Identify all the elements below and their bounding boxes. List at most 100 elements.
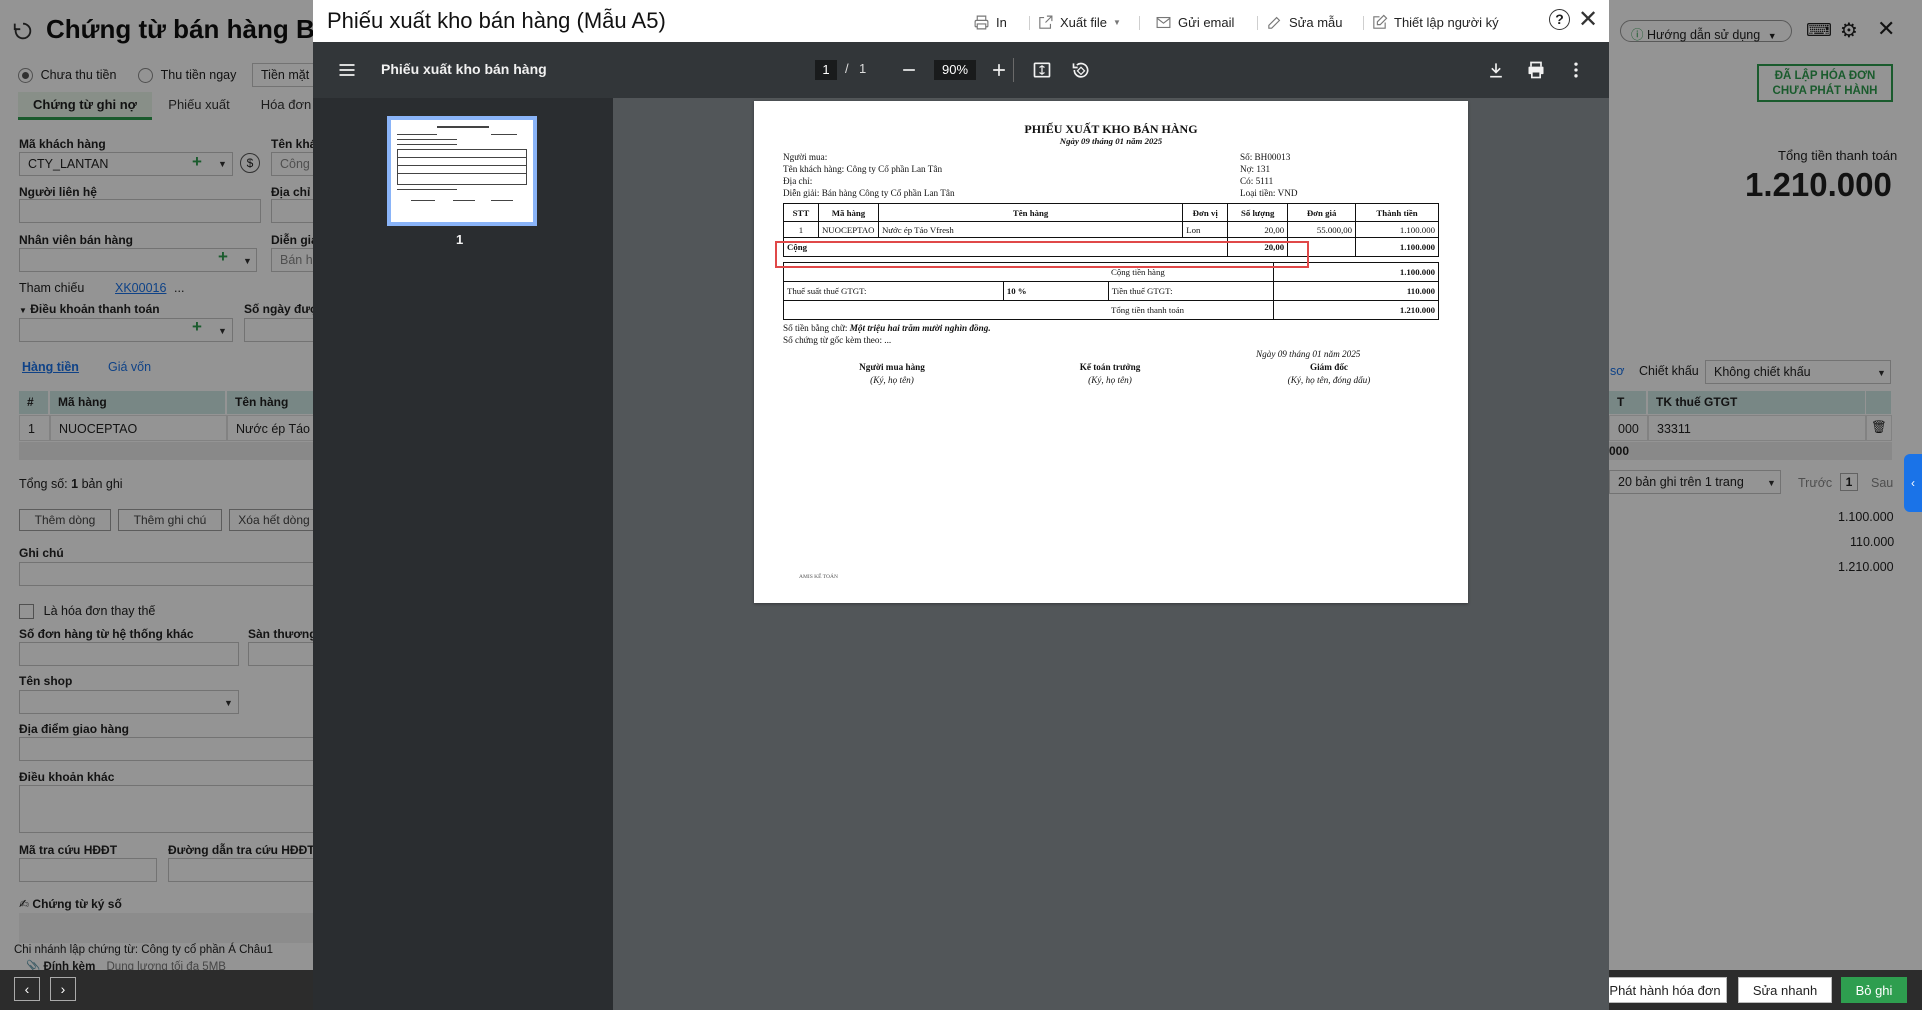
document-page: PHIẾU XUẤT KHO BÁN HÀNG Ngày 09 tháng 01… (754, 101, 1468, 603)
thumb-table-line (397, 165, 527, 166)
doc-sign-hint-director: (Ký, họ tên, đóng dấu) (1287, 375, 1371, 385)
doc-vat-row: Thuế suất thuế GTGT: 10 % Tiền thuế GTGT… (783, 281, 1440, 301)
doc-table-row: 1 NUOCEPTAO Nước ép Táo Vfresh Lon 20,00… (783, 221, 1439, 238)
doc-footer: AMIS KẾ TOÁN (799, 574, 838, 580)
doc-date: Ngày 09 tháng 01 năm 2025 (1059, 136, 1163, 146)
doc-grand-total-label: Tổng tiền thanh toán (783, 300, 1274, 320)
toolbar-divider (1029, 16, 1030, 30)
doc-th-stt: STT (783, 203, 819, 222)
doc-number: Số: BH00013 (1240, 152, 1291, 162)
fit-page-icon[interactable] (1032, 60, 1052, 80)
export-file-button[interactable]: Xuất file ▼ (1037, 14, 1121, 31)
doc-heading: PHIẾU XUẤT KHO BÁN HÀNG (1024, 122, 1198, 136)
doc-sign-hint-buyer: (Ký, họ tên) (870, 375, 914, 385)
edit-template-button[interactable]: Sửa mẫu (1266, 14, 1343, 31)
doc-td-price: 55.000,00 (1287, 221, 1357, 238)
doc-td-amount: 1.100.000 (1355, 221, 1439, 238)
page-total: 1 (859, 61, 867, 76)
doc-vat-amount: 110.000 (1272, 281, 1440, 301)
mail-icon (1156, 16, 1171, 29)
doc-credit: Có: 5111 (1240, 176, 1274, 186)
pencil-icon (1268, 16, 1281, 29)
help-icon[interactable]: ? (1549, 9, 1570, 30)
edit-template-label: Sửa mẫu (1289, 15, 1343, 30)
toolbar-divider (1363, 16, 1364, 30)
toolbar-divider (1139, 16, 1140, 30)
doc-td-qty: 20,00 (1227, 221, 1289, 238)
doc-amount-words-value: Một triệu hai trăm mười nghìn đồng. (849, 323, 991, 333)
doc-sign-hint-accountant: (Ký, họ tên) (1088, 375, 1132, 385)
issue-invoice-button[interactable]: Phát hành hóa đơn (1603, 977, 1727, 1003)
prev-record-icon[interactable]: ‹ (14, 977, 40, 1001)
side-panel-toggle-icon[interactable]: ‹ (1904, 454, 1922, 512)
next-record-icon[interactable]: › (50, 977, 76, 1001)
doc-currency: Loại tiền: VND (1240, 188, 1298, 198)
viewer-doc-title: Phiếu xuất kho bán hàng (381, 61, 547, 77)
doc-th-name: Tên hàng (877, 203, 1184, 222)
download-icon[interactable] (1486, 60, 1506, 80)
print-label: In (996, 15, 1007, 30)
zoom-in-icon[interactable] (989, 60, 1009, 80)
doc-sign-buyer: Người mua hàng (859, 362, 925, 372)
edit-document-icon (1373, 14, 1388, 29)
thumb-table-line (397, 173, 527, 174)
doc-customer: Tên khách hàng: Công ty Cổ phần Lan Tân (783, 164, 943, 174)
thumb-text-line (397, 134, 437, 135)
page-separator: / (845, 61, 849, 76)
quick-edit-button[interactable]: Sửa nhanh (1738, 977, 1832, 1003)
thumbnail-page-label: 1 (456, 232, 464, 247)
thumb-text-line (397, 144, 457, 145)
viewer-print-icon[interactable] (1526, 60, 1546, 80)
zoom-level-input[interactable]: 90% (934, 60, 976, 80)
thumbnail-sidebar: 1 (313, 98, 613, 1010)
thumb-sign-line (453, 200, 475, 201)
highlight-box (775, 241, 1309, 268)
export-label: Xuất file (1060, 15, 1107, 30)
zoom-out-icon[interactable] (899, 60, 919, 80)
doc-td-unit: Lon (1182, 221, 1229, 238)
more-options-icon[interactable] (1566, 60, 1586, 80)
doc-table-header: STT Mã hàng Tên hàng Đơn vị Số lượng Đơn… (783, 203, 1439, 222)
doc-th-amount: Thành tiền (1355, 203, 1439, 222)
modal-header: Phiếu xuất kho bán hàng (Mẫu A5) In Xuất… (313, 0, 1609, 42)
close-modal-icon[interactable]: ✕ (1578, 5, 1598, 34)
thumb-text-line (397, 189, 457, 190)
signer-setup-button[interactable]: Thiết lập người ký (1371, 14, 1499, 31)
send-email-button[interactable]: Gửi email (1155, 14, 1234, 31)
export-caret-icon: ▼ (1112, 18, 1121, 27)
page-thumbnail[interactable] (387, 116, 537, 226)
toolbar-divider (1257, 16, 1258, 30)
doc-td-stt: 1 (783, 221, 819, 238)
thumb-table (397, 149, 527, 185)
doc-vat-rate: 10 % (1002, 281, 1109, 301)
doc-amount-words-label: Số tiền bằng chữ: (783, 323, 848, 333)
thumb-sign-line (491, 200, 513, 201)
doc-grand-total: 1.210.000 (1272, 300, 1440, 320)
doc-sign-accountant: Kế toán trưởng (1079, 362, 1141, 372)
doc-description: Diễn giải: Bán hàng Công ty Cổ phần Lan … (783, 188, 955, 198)
doc-buyer: Người mua: (783, 152, 828, 162)
doc-amount-words: Số tiền bằng chữ: Một triệu hai trăm mườ… (783, 323, 991, 333)
rotate-icon[interactable] (1071, 60, 1091, 80)
print-button[interactable]: In (973, 14, 1007, 31)
pdf-viewer-toolbar: Phiếu xuất kho bán hàng 1 / 1 90% (313, 42, 1609, 98)
print-preview-modal: Phiếu xuất kho bán hàng (Mẫu A5) In Xuất… (313, 0, 1609, 1010)
thumb-text-line (491, 134, 517, 135)
thumb-sign-line (411, 200, 435, 201)
doc-attached: Số chứng từ gốc kèm theo: ... (783, 335, 892, 345)
doc-address: Địa chỉ: (783, 176, 813, 186)
unrecord-button[interactable]: Bỏ ghi (1841, 977, 1907, 1003)
pdf-document-area[interactable]: PHIẾU XUẤT KHO BÁN HÀNG Ngày 09 tháng 01… (613, 98, 1609, 1010)
doc-debit: Nợ: 131 (1240, 164, 1271, 174)
modal-title: Phiếu xuất kho bán hàng (Mẫu A5) (327, 8, 666, 33)
doc-th-price: Đơn giá (1287, 203, 1357, 222)
doc-vat-amount-label: Tiền thuế GTGT: (1107, 281, 1274, 301)
doc-td-code: NUOCEPTAO (817, 221, 879, 238)
menu-icon[interactable] (337, 60, 357, 80)
page-number-input[interactable]: 1 (815, 60, 837, 80)
thumb-heading-line (437, 126, 489, 128)
doc-th-qty: Số lượng (1227, 203, 1289, 222)
email-label: Gửi email (1178, 15, 1235, 30)
printer-icon (974, 15, 989, 30)
